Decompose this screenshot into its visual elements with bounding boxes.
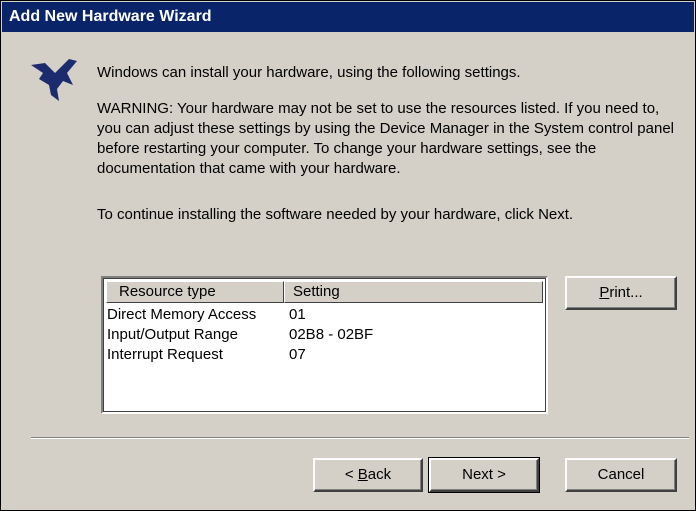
resource-type-cell: Input/Output Range [107,326,238,343]
print-label: rint... [609,284,643,301]
wizard-window: Add New Hardware Wizard Windows can inst… [0,0,696,511]
back-label: ack [367,466,392,483]
continue-text: To continue installing the software need… [97,206,574,223]
setting-cell: 01 [289,306,306,323]
next-button[interactable]: Next > [428,457,540,493]
resource-type-cell: Interrupt Request [107,346,223,363]
resource-list[interactable]: Resource type Setting Direct Memory Acce… [101,276,548,414]
list-item[interactable]: Interrupt Request 07 [107,345,543,365]
back-prefix: < [344,466,358,483]
divider [31,437,689,439]
back-mnemonic: B [357,466,368,483]
list-item[interactable]: Input/Output Range 02B8 - 02BF [107,325,543,345]
national-instruments-eagle-icon [31,59,77,101]
resource-type-cell: Direct Memory Access [107,306,257,323]
column-header-setting[interactable]: Setting [284,281,543,303]
list-item[interactable]: Direct Memory Access 01 [107,305,543,325]
cancel-button[interactable]: Cancel [565,458,677,492]
resource-list-header: Resource type Setting [106,281,543,303]
print-mnemonic: P [599,284,610,301]
print-button[interactable]: Print... [565,276,677,310]
column-header-resource-type[interactable]: Resource type [106,281,284,303]
setting-cell: 07 [289,346,306,363]
setting-cell: 02B8 - 02BF [289,326,374,343]
warning-text: WARNING: Your hardware may not be set to… [97,100,674,177]
back-button[interactable]: < Back [313,458,423,492]
window-title: Add New Hardware Wizard [2,2,694,32]
intro-text: Windows can install your hardware, using… [97,64,521,81]
